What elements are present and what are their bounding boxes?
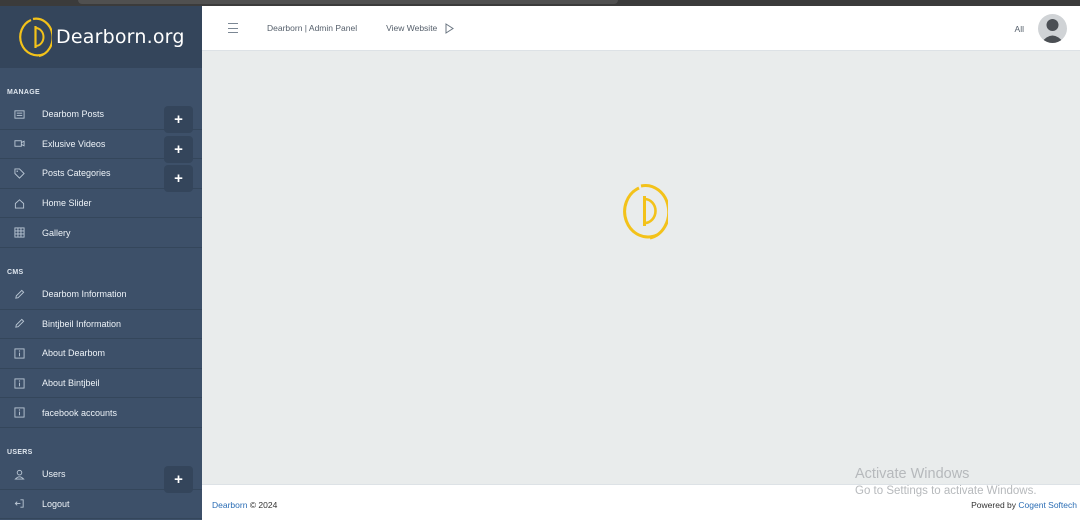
news-icon <box>12 108 26 120</box>
footer-site-link[interactable]: Dearborn <box>212 500 247 510</box>
sidebar-item-facebook-accounts[interactable]: facebook accounts <box>0 398 202 428</box>
watermark-subtitle: Go to Settings to activate Windows. <box>855 485 1037 497</box>
sidebar-item-dearbom-posts[interactable]: Dearbom Posts + <box>0 100 202 133</box>
sidebar-item-label: About Dearbom <box>42 348 106 359</box>
sidebar-item-label: Dearbom Information <box>42 289 127 300</box>
section-label-users: USERS <box>7 448 33 456</box>
sidebar-item-label: facebook accounts <box>42 407 118 418</box>
language-selector[interactable]: All <box>1015 24 1024 34</box>
footer-copyright: Dearborn © 2024 <box>212 500 277 510</box>
watermark-title: Activate Windows <box>855 466 970 482</box>
main-content <box>202 52 1080 484</box>
sidebar-item-bintjbeil-information[interactable]: Bintjbeil Information <box>0 310 202 340</box>
menu-toggle-icon[interactable] <box>228 23 238 33</box>
grid-icon <box>12 227 26 239</box>
loading-logo-icon <box>623 184 668 240</box>
pencil-icon <box>12 288 26 300</box>
sidebar-item-users[interactable]: Users + <box>0 460 202 493</box>
sidebar-item-label: Logout <box>42 498 70 509</box>
sidebar-item-label: Posts Categories <box>42 168 111 179</box>
add-user-button[interactable]: + <box>164 465 193 493</box>
pencil-icon <box>12 318 26 330</box>
video-icon <box>12 138 26 150</box>
section-label-cms: CMS <box>7 268 24 276</box>
view-website-link[interactable]: View Website <box>386 23 437 33</box>
add-video-button[interactable]: + <box>164 135 193 163</box>
logout-icon <box>12 498 26 510</box>
sidebar-item-about-bintjbeil[interactable]: About Bintjbeil <box>0 369 202 399</box>
browser-tab-bar <box>78 0 618 4</box>
dearborn-logo-icon <box>19 17 52 58</box>
info-icon <box>12 377 26 389</box>
windows-activation-watermark: Activate Windows Go to Settings to activ… <box>855 466 1037 497</box>
sidebar-item-exlusive-videos[interactable]: Exlusive Videos + <box>0 130 202 163</box>
powered-by-text: Powered by <box>971 500 1017 510</box>
add-category-button[interactable]: + <box>164 165 193 193</box>
play-icon[interactable] <box>445 22 455 34</box>
section-label-manage: MANAGE <box>7 89 40 96</box>
info-icon <box>12 347 26 359</box>
info-icon <box>12 407 26 419</box>
sidebar-item-logout[interactable]: Logout <box>0 490 202 520</box>
sidebar-item-label: Gallery <box>42 227 71 238</box>
breadcrumb: Dearborn | Admin Panel <box>267 23 358 33</box>
copyright-text: © 2024 <box>249 500 278 510</box>
tag-icon <box>12 167 26 179</box>
brand-logo[interactable]: Dearborn.org <box>0 6 202 68</box>
sidebar-item-home-slider[interactable]: Home Slider <box>0 189 202 219</box>
sidebar: Dearborn.org MANAGE Dearbom Posts + Exlu… <box>0 6 202 520</box>
brand-name: Dearborn.org <box>56 26 185 48</box>
home-icon <box>12 197 26 209</box>
sidebar-item-label: Home Slider <box>42 198 92 209</box>
sidebar-item-posts-categories[interactable]: Posts Categories + <box>0 159 202 193</box>
user-icon <box>12 468 26 480</box>
sidebar-item-dearbom-information[interactable]: Dearbom Information <box>0 280 202 310</box>
company-link[interactable]: Cogent Softech <box>1018 500 1077 510</box>
avatar[interactable] <box>1038 14 1067 43</box>
add-post-button[interactable]: + <box>164 106 193 133</box>
sidebar-item-label: Exlusive Videos <box>42 138 106 149</box>
sidebar-item-gallery[interactable]: Gallery <box>0 218 202 248</box>
sidebar-item-about-dearbom[interactable]: About Dearbom <box>0 339 202 369</box>
footer-powered-by: Powered by Cogent Softech <box>971 500 1077 510</box>
sidebar-item-label: About Bintjbeil <box>42 378 100 389</box>
sidebar-item-label: Users <box>42 469 66 480</box>
sidebar-item-label: Bintjbeil Information <box>42 318 122 329</box>
sidebar-item-label: Dearbom Posts <box>42 109 105 120</box>
top-bar: Dearborn | Admin Panel View Website All <box>202 6 1080 51</box>
